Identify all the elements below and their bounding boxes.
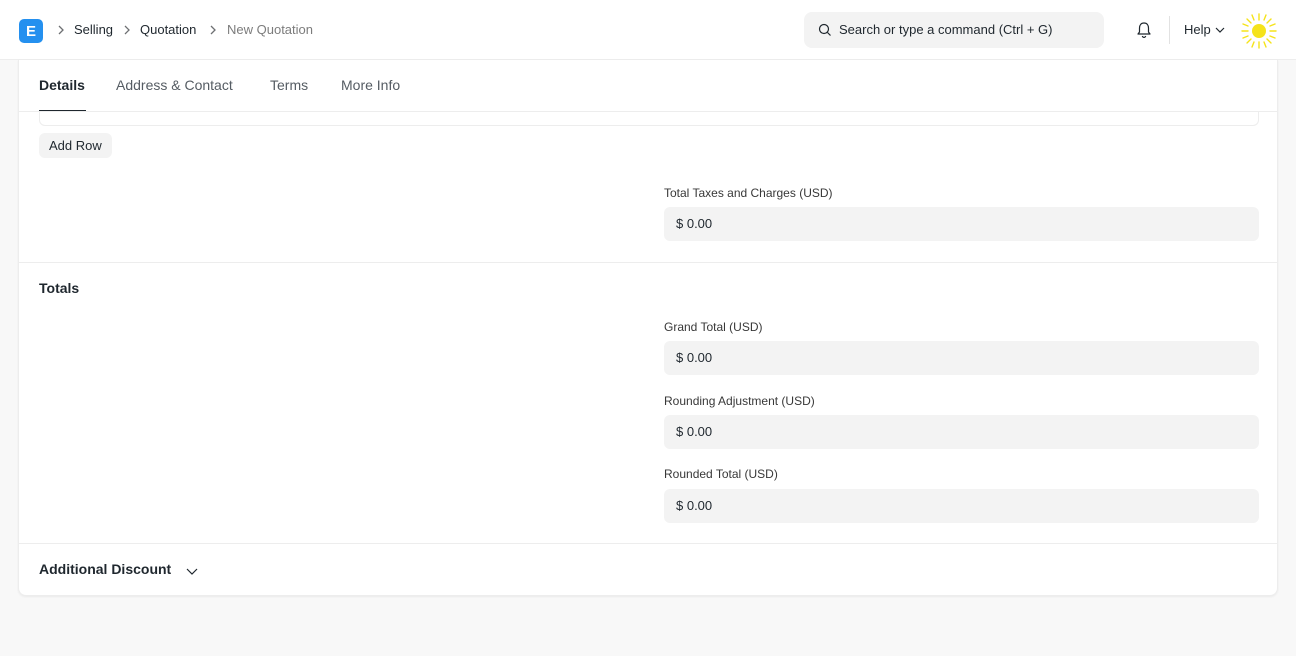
total-taxes-label: Total Taxes and Charges (USD): [664, 186, 833, 200]
total-taxes-field: $ 0.00: [664, 207, 1259, 241]
search-icon: [818, 23, 831, 36]
active-tab-indicator: [39, 110, 86, 111]
rounded-total-field: $ 0.00: [664, 489, 1259, 523]
tab-more-info[interactable]: More Info: [341, 77, 400, 93]
form-tabs: Details Address & Contact Terms More Inf…: [19, 60, 1277, 112]
bell-icon[interactable]: [1135, 21, 1153, 39]
app-logo[interactable]: E: [19, 19, 43, 43]
breadcrumb-new-quotation[interactable]: New Quotation: [227, 22, 313, 37]
rounded-total-label: Rounded Total (USD): [664, 467, 778, 481]
breadcrumb-selling[interactable]: Selling: [74, 22, 113, 37]
chevron-down-icon[interactable]: [186, 567, 198, 575]
rounding-adjustment-label: Rounding Adjustment (USD): [664, 394, 815, 408]
help-menu[interactable]: Help: [1184, 22, 1211, 37]
form-card: Details Address & Contact Terms More Inf…: [18, 60, 1278, 596]
search-input[interactable]: Search or type a command (Ctrl + G): [804, 12, 1104, 48]
rounding-adjustment-field: $ 0.00: [664, 415, 1259, 449]
section-divider: [19, 262, 1277, 263]
breadcrumb-quotation[interactable]: Quotation: [140, 22, 196, 37]
chevron-right-icon: [58, 25, 64, 35]
navbar: E Selling Quotation New Quotation Search…: [0, 0, 1296, 60]
app-logo-letter: E: [25, 22, 36, 40]
grand-total-field: $ 0.00: [664, 341, 1259, 375]
taxes-table-bottom: [39, 112, 1259, 126]
totals-section-title: Totals: [39, 280, 80, 296]
navbar-divider: [1169, 16, 1170, 44]
tab-address-contact[interactable]: Address & Contact: [116, 77, 233, 93]
additional-discount-toggle[interactable]: Additional Discount: [39, 561, 171, 577]
search-placeholder: Search or type a command (Ctrl + G): [839, 22, 1053, 37]
add-row-button[interactable]: Add Row: [39, 133, 112, 158]
tab-terms[interactable]: Terms: [270, 77, 308, 93]
section-divider: [19, 543, 1277, 544]
chevron-down-icon[interactable]: [1215, 26, 1225, 34]
chevron-right-icon: [210, 25, 216, 35]
avatar[interactable]: [1240, 12, 1278, 50]
grand-total-label: Grand Total (USD): [664, 320, 763, 334]
tab-details[interactable]: Details: [39, 77, 85, 93]
chevron-right-icon: [124, 25, 130, 35]
